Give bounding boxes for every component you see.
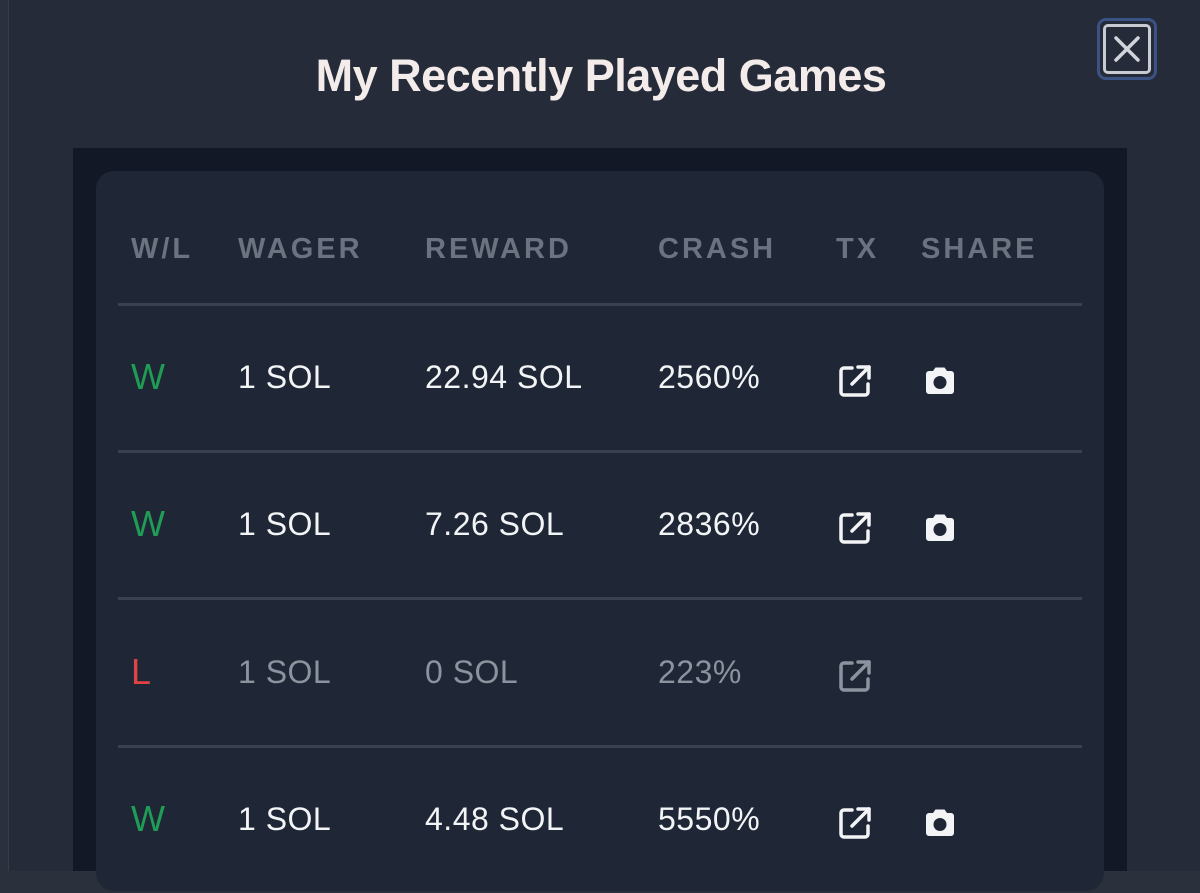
table-row: W 1 SOL 22.94 SOL 2560% — [96, 306, 1104, 451]
header-tx: TX — [836, 233, 880, 265]
result-badge: L — [131, 651, 152, 692]
crash-value: 2836% — [658, 506, 761, 542]
header-share: SHARE — [921, 233, 1038, 265]
games-table: W/L WAGER REWARD CRASH TX SHARE W 1 SOL … — [96, 171, 1104, 891]
wager-value: 1 SOL — [238, 654, 332, 690]
wager-value: 1 SOL — [238, 359, 332, 395]
reward-value: 7.26 SOL — [425, 506, 565, 542]
crash-value: 223% — [658, 654, 742, 690]
close-icon — [1103, 24, 1151, 74]
reward-value: 0 SOL — [425, 654, 519, 690]
external-link-icon[interactable] — [836, 362, 874, 400]
table-header: W/L WAGER REWARD CRASH TX SHARE — [96, 223, 1104, 273]
result-badge: W — [131, 356, 166, 397]
row-divider — [118, 597, 1082, 600]
header-reward: REWARD — [425, 233, 572, 265]
camera-icon[interactable] — [921, 509, 959, 547]
crash-value: 5550% — [658, 801, 761, 837]
camera-icon[interactable] — [921, 362, 959, 400]
close-button[interactable] — [1097, 18, 1157, 80]
table-row: L 1 SOL 0 SOL 223% — [96, 601, 1104, 746]
result-badge: W — [131, 503, 166, 544]
reward-value: 22.94 SOL — [425, 359, 583, 395]
reward-value: 4.48 SOL — [425, 801, 565, 837]
modal-title: My Recently Played Games — [315, 50, 887, 101]
external-link-icon[interactable] — [836, 509, 874, 547]
table-row: W 1 SOL 7.26 SOL 2836% — [96, 453, 1104, 598]
external-link-icon[interactable] — [836, 804, 874, 842]
header-wl: W/L — [131, 233, 194, 265]
games-table-frame: W/L WAGER REWARD CRASH TX SHARE W 1 SOL … — [73, 148, 1127, 891]
wager-value: 1 SOL — [238, 801, 332, 837]
header-crash: CRASH — [658, 233, 777, 265]
external-link-icon[interactable] — [836, 657, 874, 695]
wager-value: 1 SOL — [238, 506, 332, 542]
camera-icon[interactable] — [921, 804, 959, 842]
result-badge: W — [131, 798, 166, 839]
recent-games-modal: My Recently Played Games W/L WAGER REWAR… — [8, 0, 1200, 891]
table-row: W 1 SOL 4.48 SOL 5550% — [96, 748, 1104, 893]
header-wager: WAGER — [238, 233, 363, 265]
crash-value: 2560% — [658, 359, 761, 395]
